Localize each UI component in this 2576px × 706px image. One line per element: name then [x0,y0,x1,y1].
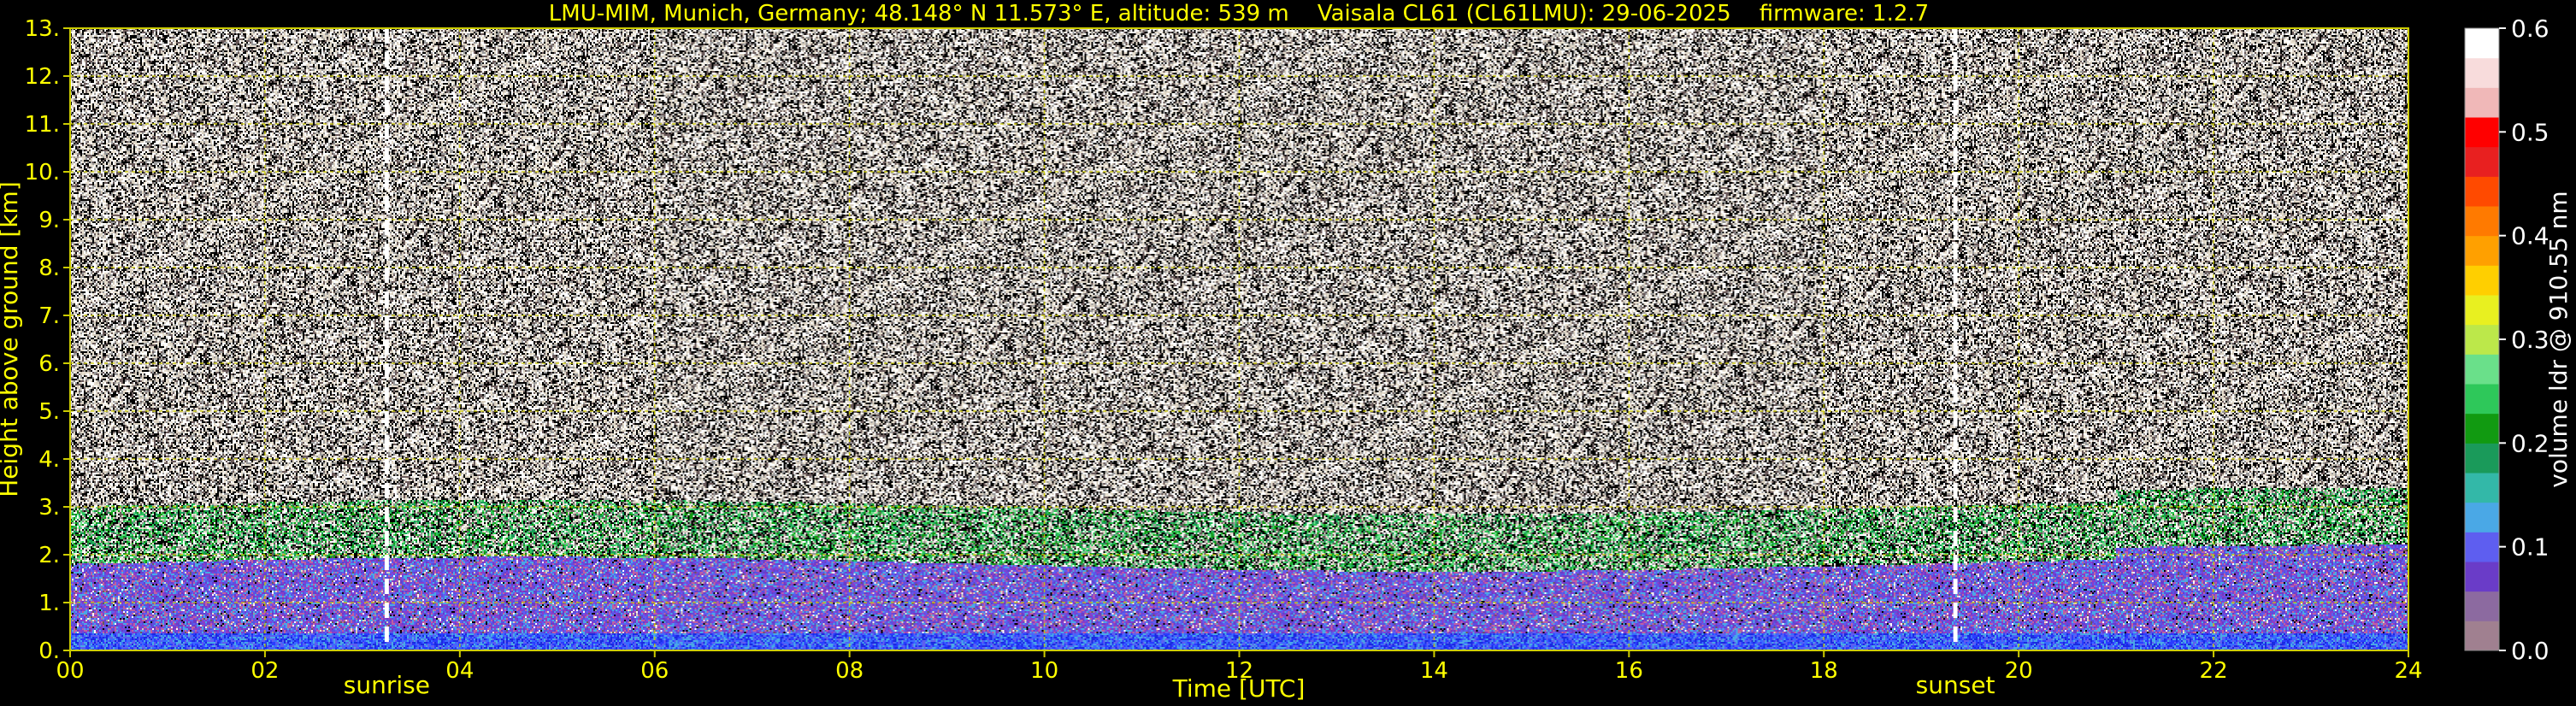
colorbar-segment [2465,146,2499,177]
y-tick-label: 7. [38,303,60,329]
y-tick-label: 8. [38,256,60,281]
colorbar-segment [2465,354,2499,385]
x-tick-label: 10 [1030,658,1058,684]
colorbar-label: volume ldr @ 910.55 nm [2544,191,2573,487]
x-tick-label: 22 [2200,658,2228,684]
colorbar-segment [2465,57,2499,88]
chart-title: LMU-MIM, Munich, Germany; 48.148° N 11.5… [549,1,1929,26]
y-tick-label: 1. [38,591,60,616]
x-tick-label: 18 [1810,658,1838,684]
colorbar-segment [2465,384,2499,415]
colorbar-segment [2465,621,2499,651]
colorbar-segment [2465,413,2499,444]
ceilometer-ldr-chart: LMU-MIM, Munich, Germany; 48.148° N 11.5… [0,0,2576,706]
colorbar-segment [2465,473,2499,503]
colorbar-segment [2465,206,2499,237]
colorbar-tick-label: 0.6 [2511,15,2549,43]
x-tick-label: 20 [2005,658,2033,684]
colorbar-segment [2465,443,2499,474]
colorbar-segments [2465,28,2499,651]
plot-area [69,27,2409,651]
colorbar-segment [2465,502,2499,532]
colorbar-segment [2465,176,2499,207]
x-axis-label: Time [UTC] [1172,674,1306,703]
colorbar-tick-label: 0.2 [2511,429,2549,457]
x-tick-label: 00 [56,658,84,684]
x-tick-label: 14 [1420,658,1448,684]
x-tick-label: 06 [640,658,669,684]
colorbar-segment [2465,295,2499,326]
colorbar-tick-label: 0.4 [2511,222,2549,250]
y-tick-label: 4. [38,447,60,473]
x-tick-label: 04 [445,658,474,684]
y-tick-label: 12. [25,64,60,90]
colorbar-tick-label: 0.0 [2511,637,2549,665]
colorbar-segment [2465,235,2499,266]
sunset-label: sunset [1916,671,1995,699]
colorbar-tick-label: 0.5 [2511,118,2549,146]
colorbar-segment [2465,532,2499,562]
y-tick-label: 2. [38,543,60,568]
colorbar-segment [2465,117,2499,148]
colorbar-segment [2465,87,2499,118]
y-tick-label: 6. [38,351,60,377]
y-axis-label: Height above ground [km] [0,181,23,497]
colorbar-tick-label: 0.3 [2511,326,2549,354]
colorbar-segment [2465,28,2499,59]
x-tick-label: 02 [251,658,279,684]
y-tick-label: 3. [38,495,60,521]
y-tick-label: 13. [25,16,60,42]
colorbar-segment [2465,562,2499,592]
y-tick-label: 10. [25,160,60,185]
x-tick-label: 24 [2394,658,2422,684]
y-tick-label: 11. [25,112,60,138]
colorbar-segment [2465,591,2499,621]
colorbar-segment [2465,265,2499,296]
y-tick-label: 9. [38,208,60,233]
colorbar-segment [2465,324,2499,355]
x-tick-label: 16 [1615,658,1643,684]
colorbar-tick-label: 0.1 [2511,533,2549,562]
sunrise-label: sunrise [344,671,430,699]
y-tick-label: 5. [38,399,60,425]
x-tick-label: 08 [835,658,864,684]
